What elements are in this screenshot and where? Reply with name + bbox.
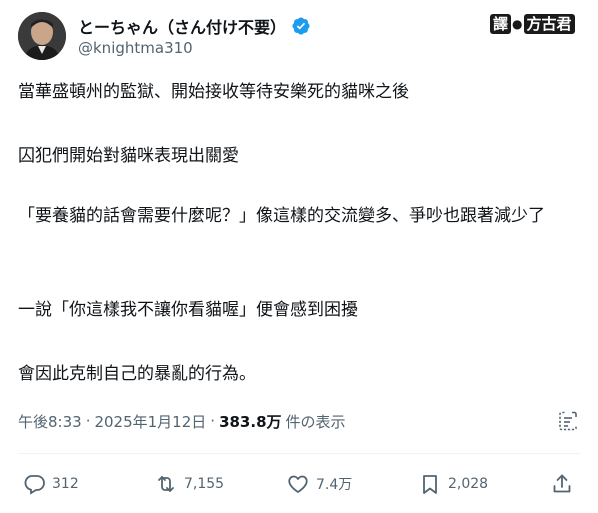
tweet-paragraph: 「要養貓的話會需要什麼呢？」像這樣的交流變多、爭吵也跟著減少了 — [18, 206, 545, 226]
reply-icon — [22, 472, 46, 496]
retweet-count: 7,155 — [184, 476, 225, 492]
watermark-dot: ● — [512, 17, 523, 31]
handle[interactable]: @knightma310 — [78, 39, 193, 57]
share-icon — [550, 472, 574, 496]
tweet-paragraph: 一說「你這樣我不讓你看貓喔」便會感到困擾 — [18, 300, 358, 320]
reply-button[interactable]: 312 — [22, 470, 79, 498]
analytics-icon[interactable] — [556, 409, 580, 433]
views-count: 383.8万 — [219, 412, 282, 431]
watermark-chip-name: 方古君 — [523, 14, 575, 34]
tweet-paragraph: 囚犯們開始對貓咪表現出關愛 — [18, 146, 239, 166]
meta-separator: · — [85, 412, 91, 430]
reply-count: 312 — [52, 476, 79, 492]
tweet-paragraph: 當華盛頓州的監獄、開始接收等待安樂死的貓咪之後 — [18, 82, 409, 102]
meta-separator: · — [210, 412, 216, 430]
share-button[interactable] — [550, 470, 574, 498]
heart-icon — [286, 472, 310, 496]
retweet-button[interactable]: 7,155 — [154, 470, 224, 498]
bookmark-icon — [418, 472, 442, 496]
watermark-chip-translate: 譯 — [490, 14, 512, 34]
divider — [18, 453, 580, 454]
bookmark-button[interactable]: 2,028 — [418, 470, 488, 498]
tweet-header: とーちゃん（さん付け不要） @knightma310 譯 ● 方古君 — [18, 12, 578, 62]
tweet-paragraph: 會因此克制自己的暴亂的行為。 — [18, 364, 256, 384]
name-row: とーちゃん（さん付け不要） — [78, 15, 311, 37]
like-count: 7.4万 — [316, 477, 353, 493]
verified-badge-icon — [291, 16, 311, 36]
retweet-icon — [154, 472, 178, 496]
tweet-time[interactable]: 午後8:33 — [18, 411, 82, 432]
tweet-date[interactable]: 2025年1月12日 — [94, 411, 206, 432]
bookmark-count: 2,028 — [448, 476, 489, 492]
like-button[interactable]: 7.4万 — [286, 470, 352, 498]
tweet-actions: 312 7,155 7.4万 2,028 — [22, 470, 578, 498]
translator-watermark: 譯 ● 方古君 — [490, 14, 575, 34]
display-name[interactable]: とーちゃん（さん付け不要） — [78, 14, 286, 38]
views-label: 件の表示 — [285, 412, 346, 431]
tweet-meta: 午後8:33 · 2025年1月12日 · 383.8万 件の表示 — [18, 409, 580, 433]
avatar[interactable] — [18, 12, 66, 60]
